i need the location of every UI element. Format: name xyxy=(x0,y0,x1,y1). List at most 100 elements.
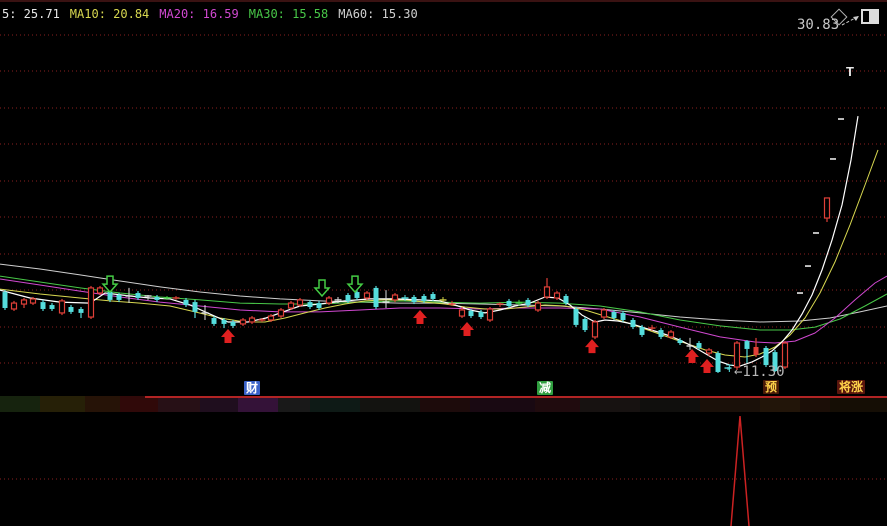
ribbon-block xyxy=(420,396,470,412)
candle-body xyxy=(421,295,427,301)
candle-body xyxy=(96,287,104,294)
candle-body xyxy=(468,310,474,317)
ma-line-ma5 xyxy=(0,116,859,367)
candle-body xyxy=(591,321,599,338)
candle-body xyxy=(239,319,247,325)
candle-body xyxy=(78,308,84,313)
ma5-value: 5: 25.71 xyxy=(2,7,60,21)
candle-body xyxy=(823,197,831,219)
ribbon-block xyxy=(800,396,830,412)
candle-body xyxy=(296,299,304,306)
candle-body xyxy=(639,327,645,335)
candle-body xyxy=(58,300,66,314)
candle-body xyxy=(316,303,322,308)
ribbon-block xyxy=(830,396,887,412)
ma-line-ma20 xyxy=(0,275,887,344)
stock-chart-app: { "header": { "legend": [ {"name": "ma5-… xyxy=(0,0,887,526)
ribbon-block xyxy=(85,396,120,412)
candle-body xyxy=(307,302,313,308)
candle-body xyxy=(116,295,122,300)
candle-body xyxy=(677,340,683,344)
candle-body xyxy=(553,292,561,299)
candle-body xyxy=(135,293,141,298)
main-chart[interactable] xyxy=(0,0,887,526)
buy-arrow-icon xyxy=(221,329,235,344)
candle-body xyxy=(458,309,466,317)
ma-legend: 5: 25.71 MA10: 20.84 MA20: 16.59 MA30: 15.5… xyxy=(2,7,428,21)
candle-body xyxy=(753,346,759,356)
candle-body xyxy=(345,295,351,301)
sell-arrow-icon xyxy=(346,275,364,294)
candle-body xyxy=(620,312,626,320)
topbar-icons xyxy=(830,8,879,25)
candle-body xyxy=(221,320,227,324)
candle-body xyxy=(391,294,399,301)
ma60-value: MA60: 15.30 xyxy=(338,7,418,21)
ribbon-block xyxy=(238,396,278,412)
ribbon-block xyxy=(360,396,420,412)
candle-body xyxy=(696,343,702,348)
signal-badge-jiangzhang: 将涨 xyxy=(837,380,866,394)
candle-body xyxy=(230,321,236,326)
candle-body xyxy=(68,307,74,312)
ribbon-block xyxy=(40,396,85,412)
candle-body xyxy=(658,330,664,337)
candle-body xyxy=(373,287,379,308)
buy-arrow-icon xyxy=(585,339,599,354)
ribbon-block xyxy=(120,396,158,412)
candle-body xyxy=(20,299,28,305)
candle-body xyxy=(325,297,333,304)
ribbon-block xyxy=(158,396,200,412)
ribbon-block xyxy=(535,396,580,412)
candle-body xyxy=(192,302,198,312)
ribbon-block xyxy=(760,396,800,412)
candle-body xyxy=(411,296,417,303)
candle-body xyxy=(267,315,275,321)
ribbon-block xyxy=(470,396,535,412)
buy-arrow-icon xyxy=(460,321,474,336)
ribbon-block xyxy=(700,396,760,412)
candle-body xyxy=(611,311,617,319)
candle-body xyxy=(573,308,579,325)
last-price-label: 30.83 xyxy=(797,17,840,33)
candle-body xyxy=(211,318,217,324)
ma20-value: MA20: 16.59 xyxy=(159,7,239,21)
ribbon-block xyxy=(278,396,310,412)
candle-body xyxy=(715,353,721,372)
candle-body xyxy=(506,300,512,307)
candle-body xyxy=(705,349,713,354)
t-mark-candle: T xyxy=(726,363,733,375)
candle-body xyxy=(630,320,636,328)
candle-body xyxy=(363,292,371,299)
candle-body xyxy=(2,292,8,308)
t-mark-top: T xyxy=(846,64,854,79)
candle-body xyxy=(287,302,295,309)
buy-arrow-icon xyxy=(685,348,699,363)
panel-icon[interactable] xyxy=(861,9,879,24)
ribbon-block xyxy=(0,396,40,412)
candle-body xyxy=(763,347,769,366)
signal-badge-jian: 减 xyxy=(537,381,554,395)
sell-arrow-icon xyxy=(313,279,331,298)
ma-line-ma10 xyxy=(0,149,879,358)
ma30-value: MA30: 15.58 xyxy=(248,7,329,21)
candle-body xyxy=(29,298,37,304)
candle-body xyxy=(486,308,494,321)
candle-body xyxy=(248,317,256,323)
candle-body xyxy=(277,309,285,317)
marked-low-label: ←11.30 xyxy=(734,364,785,380)
indicator-header: 5: 25.71 MA10: 20.84 MA20: 16.59 MA30: 15.5… xyxy=(0,0,887,26)
candle-body xyxy=(543,286,551,298)
signal-badge-cai: 财 xyxy=(244,381,261,395)
candle-body xyxy=(563,295,569,304)
candle-body xyxy=(582,319,588,331)
candle-body xyxy=(478,311,484,318)
candle-body xyxy=(430,294,436,299)
buy-arrow-icon xyxy=(413,309,427,324)
buy-arrow-icon xyxy=(700,358,714,373)
candle-body xyxy=(534,302,542,311)
signal-badge-yu: 预 xyxy=(763,380,780,394)
candle-body xyxy=(744,341,750,349)
ma-line-ma60 xyxy=(0,263,887,323)
candle-body xyxy=(154,296,160,300)
